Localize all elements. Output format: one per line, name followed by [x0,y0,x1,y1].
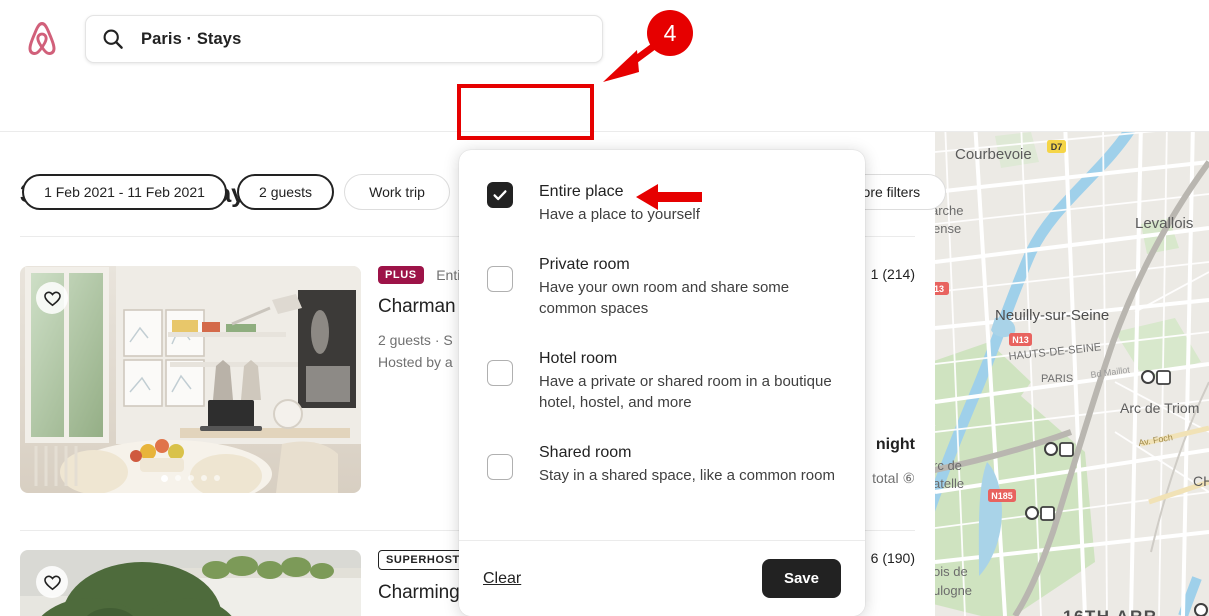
svg-text:D7: D7 [1051,142,1063,152]
search-bar[interactable]: Paris · Stays [85,15,603,63]
option-entire-place[interactable]: Entire place Have a place to yourself [487,182,837,225]
svg-text:13: 13 [935,284,944,294]
listing-photo-image [20,550,361,616]
filter-pill-guests[interactable]: 2 guests [237,174,334,210]
option-text: Private room Have your own room and shar… [539,255,837,319]
listing-photo[interactable] [20,550,361,616]
search-icon [102,28,124,50]
photo-carousel-dots[interactable] [20,475,361,482]
app-root: Paris · Stays 1 Feb 2021 - 11 Feb 2021 2… [0,0,1209,616]
option-hotel-room[interactable]: Hotel room Have a private or shared room… [487,349,837,413]
annotation-highlight-box [457,84,594,140]
option-subtitle: Have a private or shared room in a bouti… [539,373,832,411]
option-subtitle: Have your own room and share some common… [539,279,790,317]
map-label-arc-de-triomphe: Arc de Triom [1120,400,1199,416]
favorite-heart-icon[interactable] [36,566,68,598]
map-road-shield: 13 [935,282,949,295]
app-header: Paris · Stays [0,0,1209,80]
clear-button[interactable]: Clear [483,570,521,588]
carousel-dot[interactable] [161,475,168,482]
status-badge-plus: PLUS [378,266,424,284]
option-shared-room[interactable]: Shared room Stay in a shared space, like… [487,443,837,486]
checkbox-hotel-room[interactable] [487,360,513,386]
map-label-rc-de: rc de [935,458,962,473]
save-button[interactable]: Save [761,559,841,598]
check-icon [493,190,507,201]
checkbox-shared-room[interactable] [487,454,513,480]
map-label-neuilly: Neuilly-sur-Seine [995,307,1109,324]
map-label-courbevoie: Courbevoie [955,146,1032,163]
option-text: Shared room Stay in a shared space, like… [539,443,837,486]
listing-rating-block: 6 (190) [871,550,915,566]
option-text: Hotel room Have a private or shared room… [539,349,837,413]
airbnb-logo[interactable] [22,18,62,60]
listing-rating: 6 (190) [870,550,915,566]
carousel-dot[interactable] [175,475,181,481]
annotation-step-badge: 4 [647,10,693,56]
carousel-dot[interactable] [201,475,207,481]
svg-text:N185: N185 [991,491,1013,501]
listing-rating-block: 1 (214) [871,266,915,282]
option-subtitle: Stay in a shared space, like a common ro… [539,467,835,484]
listing-photo[interactable] [20,266,361,493]
status-badge-superhost: SUPERHOST [378,550,468,570]
option-title: Private room [539,256,630,273]
search-input[interactable]: Paris · Stays [141,30,241,49]
airbnb-belo-icon [28,22,56,55]
type-of-place-options: Entire place Have a place to yourself Pr… [459,150,865,516]
map-label-ois-de: ois de [935,564,968,579]
map-label-paris: PARIS [1041,373,1073,385]
map-road-shield: N13 [1009,333,1032,346]
carousel-dot[interactable] [188,475,194,481]
option-subtitle: Have a place to yourself [539,206,700,223]
filter-bar: 1 Feb 2021 - 11 Feb 2021 2 guests Work t… [0,80,1209,210]
type-of-place-dropdown[interactable]: Entire place Have a place to yourself Pr… [459,150,865,616]
svg-text:N13: N13 [1012,335,1029,345]
option-title: Hotel room [539,350,618,367]
checkbox-private-room[interactable] [487,266,513,292]
listing-total: total ⑥ [872,470,915,486]
option-text: Entire place Have a place to yourself [539,182,837,225]
dropdown-footer: Clear Save [459,540,865,616]
map-label-levallois: Levallois [1135,215,1193,232]
listing-type: Enti [436,267,461,283]
map-road-shield: D7 [1047,140,1066,153]
listing-rating: 1 (214) [870,266,915,282]
carousel-dot[interactable] [214,475,220,481]
map-road-shield: N185 [988,489,1016,502]
map-label-atelle: atelle [935,476,964,491]
listing-photo-image [20,266,361,493]
map-canvas: D7 13 N13 N185 Courbevoie Levallois arch… [935,132,1209,616]
filter-pill-work-trip[interactable]: Work trip [344,174,450,210]
listing-price: night [875,436,915,453]
filter-pill-dates[interactable]: 1 Feb 2021 - 11 Feb 2021 [22,174,227,210]
option-title: Entire place [539,183,624,200]
checkbox-entire-place[interactable] [487,182,513,208]
map-label-ense: ense [935,221,961,236]
option-private-room[interactable]: Private room Have your own room and shar… [487,255,837,319]
map-label-16th-arr: 16TH ARR. [1063,607,1164,616]
map-label-ulogne: ulogne [935,583,972,598]
map-panel[interactable]: D7 13 N13 N185 Courbevoie Levallois arch… [935,132,1209,616]
map-label-ch: CH [1193,473,1209,489]
favorite-heart-icon[interactable] [36,282,68,314]
option-title: Shared room [539,444,632,461]
